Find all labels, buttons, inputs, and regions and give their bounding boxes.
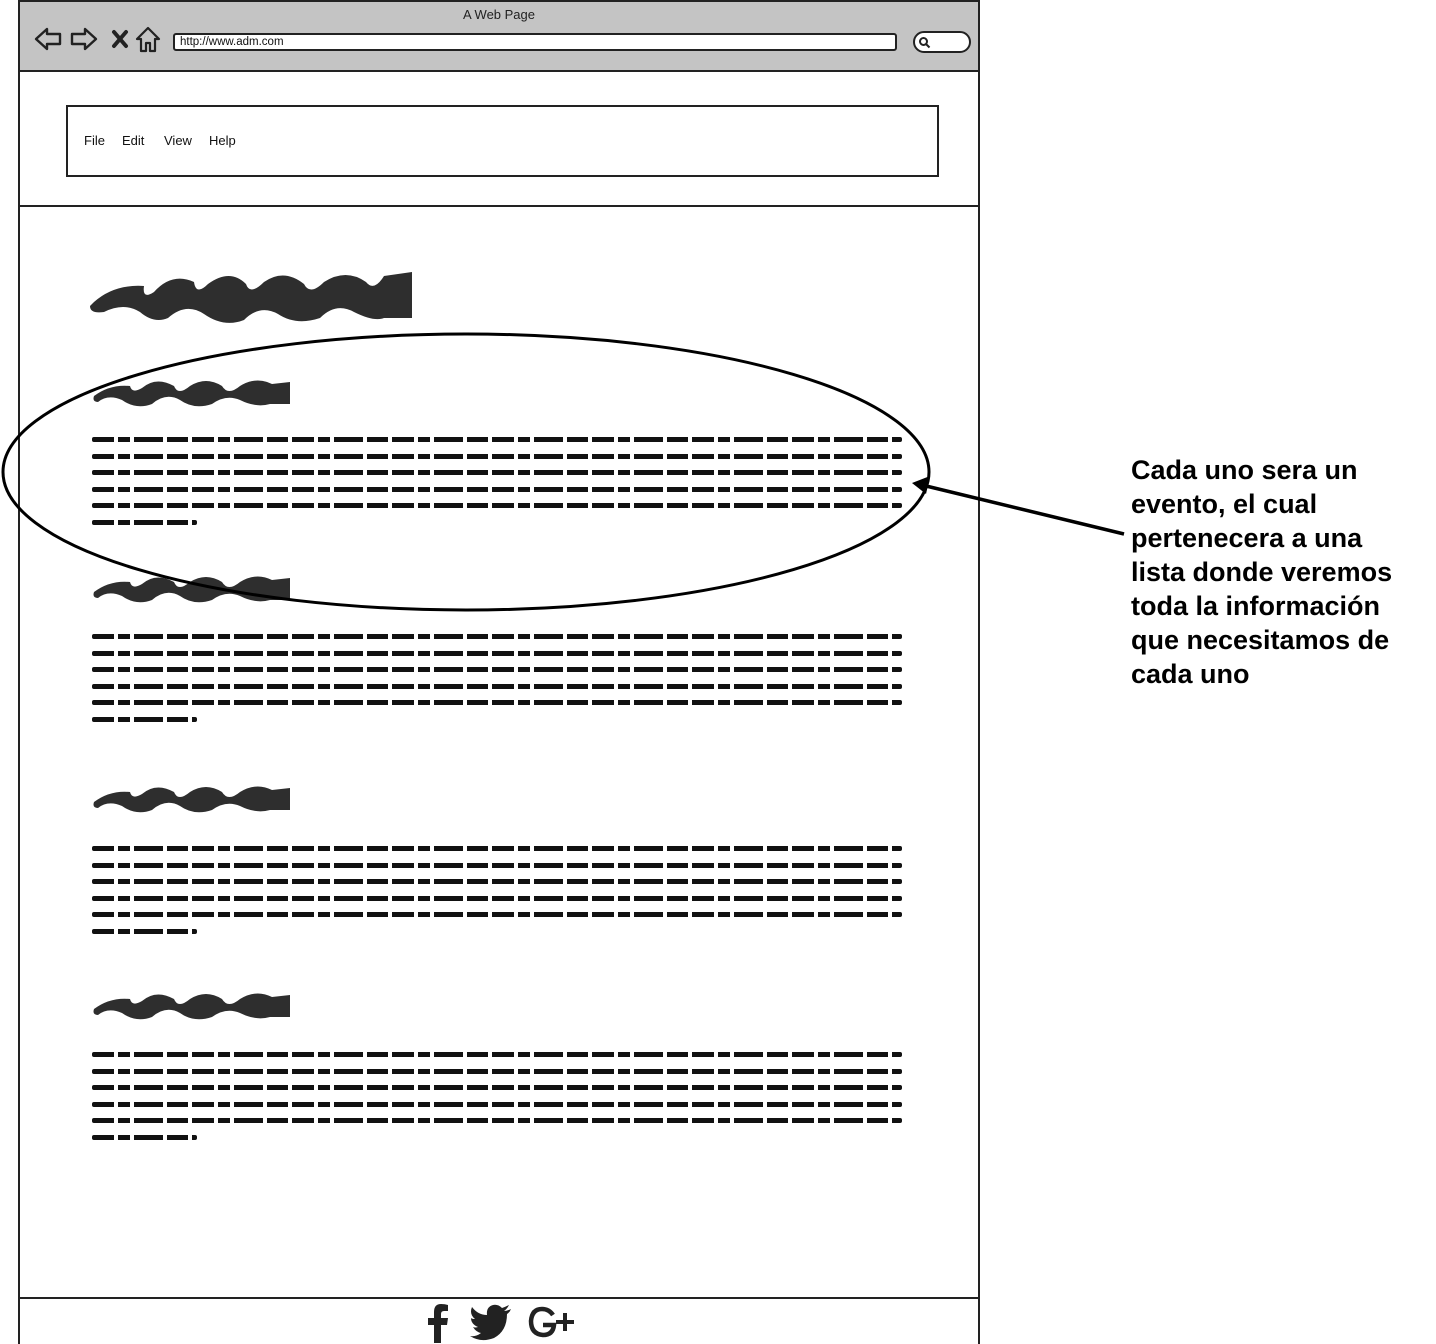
annotation-arrow <box>921 483 1125 536</box>
annotation-text: Cada uno sera un evento, el cual pertene… <box>1131 455 1393 689</box>
highlight-ellipse <box>1 332 931 612</box>
arrow-head-icon <box>912 476 930 494</box>
